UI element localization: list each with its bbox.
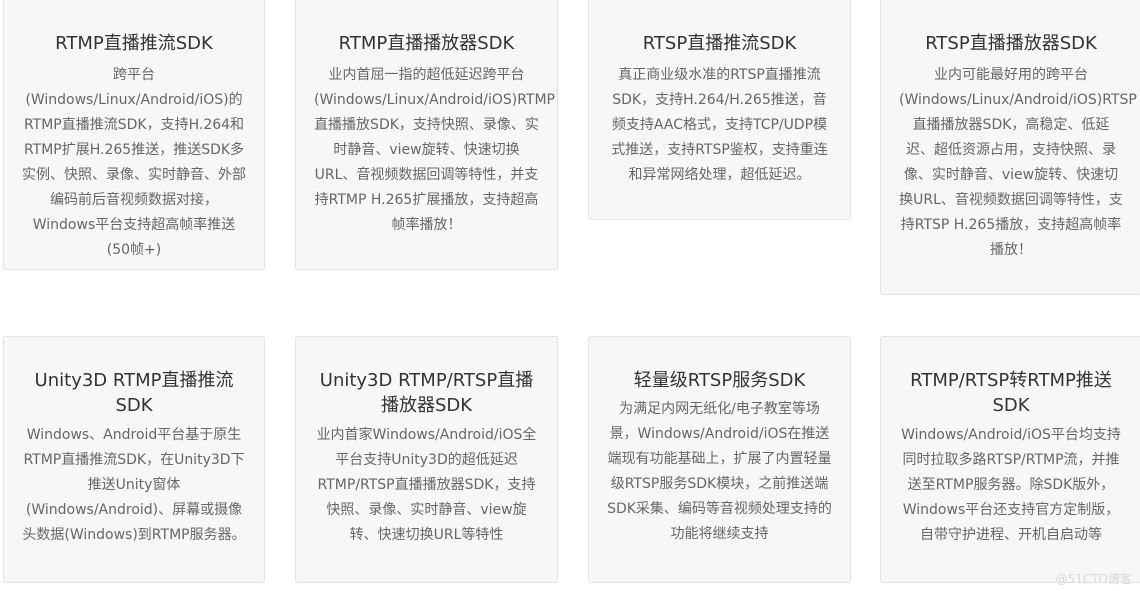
card-description: 为满足内网无纸化/电子教室等场景，Windows/Android/iOS在推送端… [607,401,832,542]
product-card-relay-push[interactable]: RTMP/RTSP转RTMP推送SDK Windows/Android/iOS平… [880,336,1140,583]
card-title: RTSP直播播放器SDK [925,33,1097,54]
card-description: 业内首家Windows/Android/iOS全平台支持Unity3D的超低延迟… [316,427,537,543]
site-watermark: @51CTO博客 [1055,572,1132,586]
card-description: 真正商业级水准的RTSP直播推流SDK，支持H.264/H.265推送，音频支持… [611,67,828,183]
card-title: RTMP直播推流SDK [55,33,213,54]
card-description: Windows、Android平台基于原生RTMP直播推流SDK，在Unity3… [22,427,246,543]
product-card-lightweight-rtsp-server[interactable]: 轻量级RTSP服务SDK 为满足内网无纸化/电子教室等场景，Windows/An… [588,336,851,583]
product-card-rtsp-push[interactable]: RTSP直播推流SDK 真正商业级水准的RTSP直播推流SDK，支持H.264/… [588,0,851,220]
product-card-rtmp-player[interactable]: RTMP直播播放器SDK 业内首屈一指的超低延迟跨平台(Windows/Linu… [295,0,558,270]
card-title: RTSP直播推流SDK [642,33,797,54]
card-title: 轻量级RTSP服务SDK [633,370,806,391]
card-description: 业内可能最好用的跨平台(Windows/Linux/Android/iOS)RT… [899,67,1137,258]
card-title: Unity3D RTMP/RTSP直播播放器SDK [319,370,534,416]
card-title: RTMP/RTSP转RTMP推送SDK [910,370,1112,416]
card-title: Unity3D RTMP直播推流SDK [34,370,234,416]
product-card-rtmp-push[interactable]: RTMP直播推流SDK 跨平台(Windows/Linux/Android/iO… [3,0,265,270]
card-title: RTMP直播播放器SDK [338,33,515,54]
card-description: 业内首屈一指的超低延迟跨平台(Windows/Linux/Android/iOS… [314,67,555,233]
product-card-unity3d-rtmp-push[interactable]: Unity3D RTMP直播推流SDK Windows、Android平台基于原… [3,336,265,583]
card-description: Windows/Android/iOS平台均支持同时拉取多路RTSP/RTMP流… [901,427,1121,543]
product-card-rtsp-player[interactable]: RTSP直播播放器SDK 业内可能最好用的跨平台(Windows/Linux/A… [880,0,1140,295]
card-description: 跨平台(Windows/Linux/Android/iOS)的RTMP直播推流S… [22,67,246,258]
product-card-unity3d-player[interactable]: Unity3D RTMP/RTSP直播播放器SDK 业内首家Windows/An… [295,336,558,583]
